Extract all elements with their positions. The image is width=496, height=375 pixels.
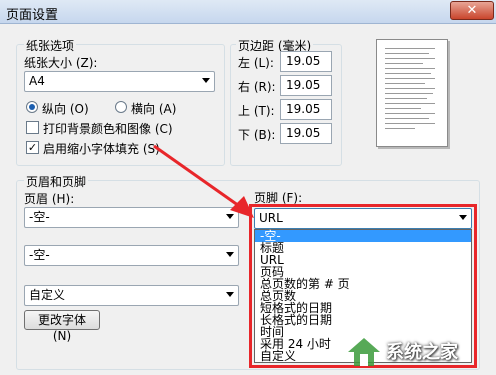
footer-option[interactable]: 长格式的日期 xyxy=(255,314,471,326)
margin-right-value: 19.05 xyxy=(286,78,321,92)
landscape-radio[interactable] xyxy=(115,101,127,113)
header-select-2[interactable]: -空- xyxy=(24,245,239,266)
footer-option[interactable]: 标题 xyxy=(255,242,471,254)
window-title: 页面设置 xyxy=(6,8,59,23)
header-select-3[interactable]: 自定义 xyxy=(24,285,239,306)
margin-right-label: 右 (R): xyxy=(238,80,276,94)
chevron-down-icon xyxy=(226,252,234,257)
paper-size-select[interactable]: A4 xyxy=(24,71,215,92)
annotation-arrow xyxy=(153,144,254,218)
page-preview xyxy=(376,39,448,147)
margin-left-input[interactable]: 19.05 xyxy=(280,51,332,72)
close-button[interactable]: ✕ xyxy=(450,1,494,20)
header-footer-legend: 页眉和页脚 xyxy=(24,173,89,190)
footer-select-value: URL xyxy=(259,211,283,225)
margin-top-input[interactable]: 19.05 xyxy=(280,99,332,120)
watermark-text: 系统之家 xyxy=(386,342,458,363)
print-background-label[interactable]: 打印背景颜色和图像 (C) xyxy=(43,120,173,137)
shrink-to-fit-checkbox[interactable]: ✓ xyxy=(26,141,39,154)
margin-right-input[interactable]: 19.05 xyxy=(280,75,332,96)
footer-select[interactable]: URL xyxy=(254,208,472,229)
title-bar[interactable]: 页面设置 ✕ xyxy=(0,0,496,24)
paper-size-value: A4 xyxy=(29,74,45,88)
margin-bottom-input[interactable]: 19.05 xyxy=(280,123,332,144)
header-select-2-value: -空- xyxy=(29,248,50,262)
margin-top-value: 19.05 xyxy=(286,102,321,116)
preview-text-lines xyxy=(385,48,437,136)
dialog-body: 纸张选项 纸张大小 (Z): A4 纵向 (O) 横向 (A) 打印背景颜色和图… xyxy=(0,24,496,375)
portrait-label[interactable]: 纵向 (O) xyxy=(42,100,89,117)
margin-left-value: 19.05 xyxy=(286,54,321,68)
arrow-head xyxy=(230,196,254,218)
close-icon: ✕ xyxy=(466,3,478,18)
paper-size-label: 纸张大小 (Z): xyxy=(24,56,98,70)
checkmark-icon: ✓ xyxy=(27,141,38,154)
margin-bottom-label: 下 (B): xyxy=(238,128,276,142)
change-font-button[interactable]: 更改字体 (N) xyxy=(24,310,100,343)
margin-left-label: 左 (L): xyxy=(238,56,274,70)
arrow-shaft xyxy=(153,144,243,210)
chevron-down-icon xyxy=(459,215,467,220)
watermark-logo: 系统之家 xyxy=(346,332,496,372)
margin-top-label: 上 (T): xyxy=(238,104,275,118)
house-icon xyxy=(348,338,380,366)
footer-option-label: 自定义 xyxy=(260,349,297,363)
header-select-1-value: -空- xyxy=(29,210,50,224)
header-select-3-value: 自定义 xyxy=(29,288,66,302)
print-background-checkbox[interactable] xyxy=(26,121,39,134)
shrink-to-fit-label[interactable]: 启用缩小字体填充 (S) xyxy=(43,140,160,157)
margin-bottom-value: 19.05 xyxy=(286,126,321,140)
landscape-label[interactable]: 横向 (A) xyxy=(131,100,176,117)
chevron-down-icon xyxy=(226,292,234,297)
portrait-radio[interactable] xyxy=(26,101,38,113)
footer-option[interactable]: -空- xyxy=(255,230,471,242)
footer-option[interactable]: URL xyxy=(255,254,471,266)
chevron-down-icon xyxy=(202,78,210,83)
paper-options-legend: 纸张选项 xyxy=(24,37,77,54)
header-label: 页眉 (H): xyxy=(24,192,75,206)
